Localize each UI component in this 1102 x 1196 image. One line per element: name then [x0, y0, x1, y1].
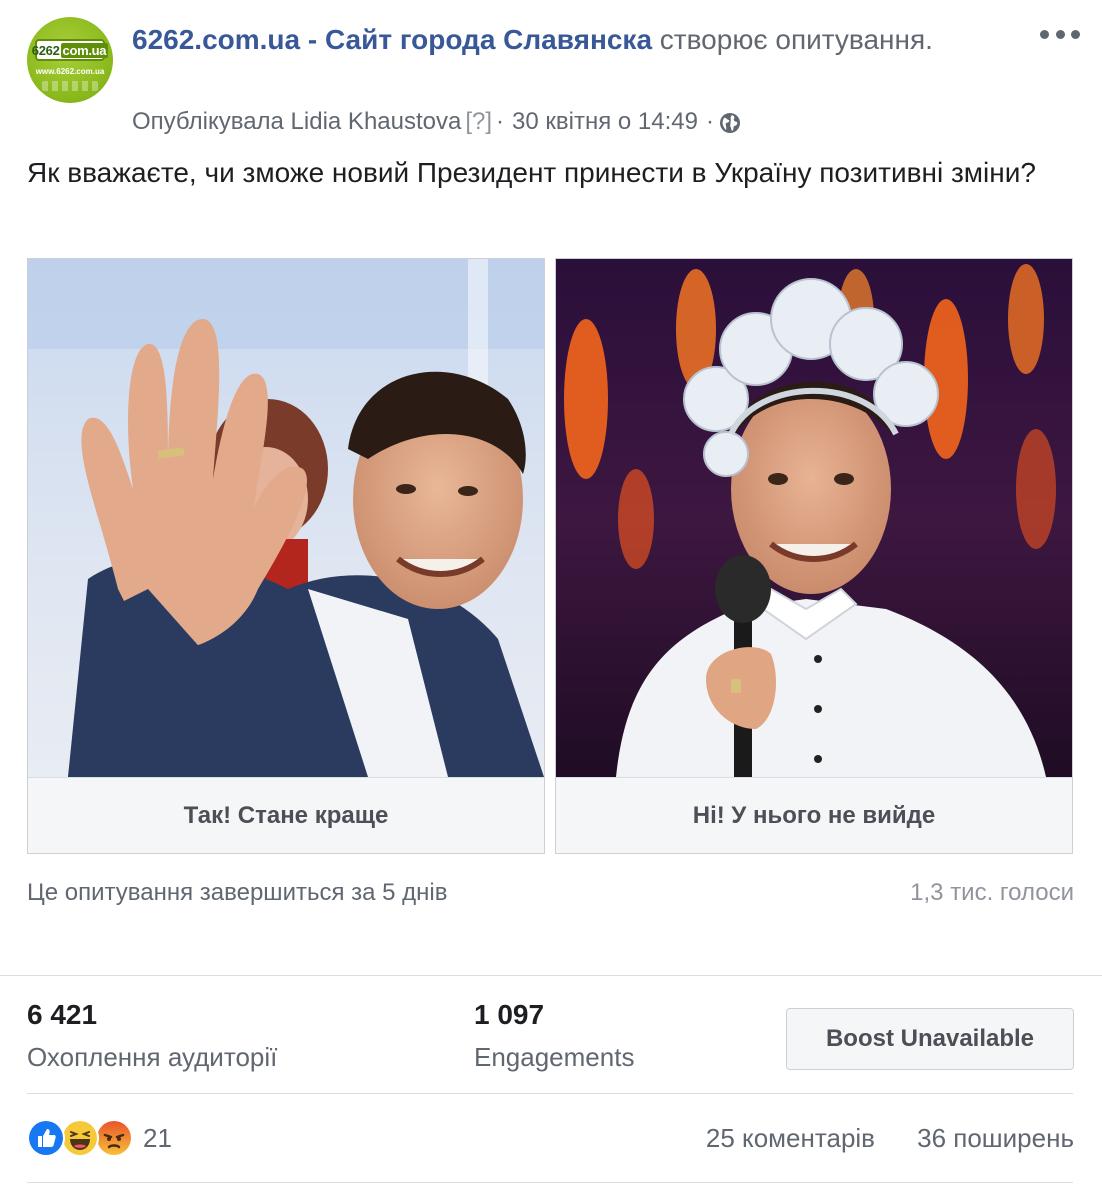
poll-option-no-label: Ні! У нього не вийде: [556, 777, 1072, 854]
logo-domain: com.ua: [60, 42, 109, 58]
poll-option-yes[interactable]: Так! Стане краще: [27, 258, 545, 854]
haha-icon: [61, 1119, 99, 1157]
boost-button[interactable]: Boost Unavailable: [786, 1008, 1074, 1070]
poll-option-no[interactable]: Ні! У нього не вийде: [555, 258, 1073, 854]
shares-count-link[interactable]: 36 поширень: [917, 1118, 1074, 1158]
dot: [1071, 29, 1080, 39]
divider: [0, 975, 1102, 976]
more-options-icon[interactable]: [1040, 24, 1080, 44]
meta-separator: ·: [705, 108, 714, 135]
reach-value: 6 421: [27, 999, 98, 1030]
engagements-value: 1 097: [474, 999, 545, 1030]
divider: [27, 1093, 1073, 1094]
engagements-stat: 1 097 Engagements: [474, 996, 634, 1076]
avatar-logo: 6262 com.ua: [31, 39, 109, 61]
poll-votes-count[interactable]: 1,3 тис. голоси: [910, 874, 1074, 912]
meta-separator: ·: [496, 108, 505, 135]
poll-end-text: Це опитування завершиться за 5 днів: [27, 879, 448, 906]
poll-option-yes-label: Так! Стане краще: [28, 777, 544, 854]
reach-stat: 6 421 Охоплення аудиторії: [27, 996, 277, 1076]
post-header-title: 6262.com.ua - Сайт города Славянска ство…: [132, 20, 1032, 60]
reach-label: Охоплення аудиторії: [27, 1042, 278, 1072]
logo-number: 6262: [31, 42, 60, 58]
post-action-text: створює опитування.: [659, 24, 933, 55]
divider: [27, 1182, 1073, 1183]
poll-option-no-photo: [556, 259, 1072, 777]
dot: [1040, 29, 1049, 39]
angry-icon: [95, 1119, 133, 1157]
help-marker[interactable]: [?]: [465, 104, 492, 140]
poll-option-yes-photo: [28, 259, 544, 777]
dot: [1055, 29, 1065, 39]
post-timestamp[interactable]: 30 квітня о 14:49: [512, 104, 698, 140]
reactions-summary[interactable]: 21: [27, 1118, 172, 1158]
like-icon: [27, 1119, 65, 1157]
post-meta: Опублікувала Lidia Khaustova [?] · 30 кв…: [132, 104, 742, 140]
published-by[interactable]: Опублікувала Lidia Khaustova: [132, 104, 461, 140]
reaction-count: 21: [143, 1122, 172, 1153]
comments-count-link[interactable]: 25 коментарів: [706, 1118, 875, 1158]
avatar-decoration: [42, 81, 98, 91]
post-card: 6262 com.ua www.6262.com.ua 6262.com.ua -…: [0, 0, 1102, 1196]
post-text: Як вважаєте, чи зможе новий Президент пр…: [27, 157, 1036, 188]
page-avatar[interactable]: 6262 com.ua www.6262.com.ua: [27, 17, 113, 103]
engagements-label: Engagements: [474, 1042, 635, 1072]
page-name-link[interactable]: 6262.com.ua - Сайт города Славянска: [132, 24, 652, 55]
globe-icon[interactable]: [718, 110, 742, 134]
avatar-logo-url: www.6262.com.ua: [35, 67, 105, 76]
